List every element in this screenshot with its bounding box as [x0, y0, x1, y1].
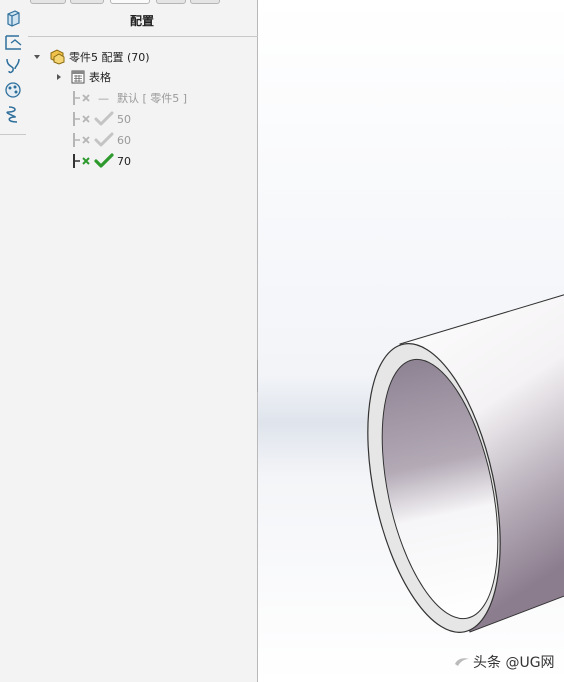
config-label: 默认 [ 零件5 ] [117, 92, 188, 105]
dimxpert-tab[interactable] [156, 0, 186, 4]
configurations-icon [50, 49, 65, 65]
curve-icon[interactable] [3, 56, 23, 76]
tube-model-view[interactable] [258, 0, 564, 682]
title-divider [28, 36, 258, 37]
configuration-manager-tab[interactable] [110, 0, 150, 4]
active-check-icon [94, 153, 114, 168]
tree-item-table[interactable]: 表格 [54, 68, 111, 86]
config-item-70-active[interactable]: 70 [72, 152, 131, 170]
tree-root[interactable]: 零件5 配置 (70) [32, 48, 150, 66]
config-item-default[interactable]: — 默认 [ 零件5 ] [72, 89, 187, 107]
table-label: 表格 [89, 71, 111, 84]
root-label: 零件5 配置 (70) [69, 51, 150, 64]
watermark-text: 头条 @UG网 [473, 655, 555, 671]
config-flag-icon [73, 91, 90, 105]
sketch-icon[interactable] [3, 32, 23, 52]
manager-tabs [26, 0, 258, 6]
display-manager-tab[interactable] [190, 0, 220, 4]
config-flag-icon [73, 133, 90, 147]
watermark: 头条 @UG网 [454, 652, 555, 672]
config-item-60[interactable]: 60 [72, 131, 131, 149]
feature-manager-tab[interactable] [30, 0, 66, 4]
spring-icon[interactable] [3, 104, 23, 124]
configuration-manager-panel: 配置 零件5 配置 (70) 表格 — 默认 [ 零件5 ] 50 60 70 [0, 0, 258, 682]
side-toolbar [0, 0, 26, 135]
appearance-icon[interactable] [3, 80, 23, 100]
config-dash: — [98, 91, 109, 105]
config-label: 60 [117, 133, 131, 147]
table-folder-icon [71, 70, 85, 84]
config-flag-icon [73, 154, 90, 168]
config-label: 70 [117, 154, 131, 168]
config-item-50[interactable]: 50 [72, 110, 131, 128]
inactive-check-icon [94, 132, 114, 147]
collapse-caret-icon[interactable] [32, 52, 42, 62]
watermark-logo-icon [455, 658, 469, 666]
panel-title: 配置 [129, 14, 154, 28]
expand-caret-icon[interactable] [54, 72, 64, 82]
graphics-viewport[interactable]: 头条 @UG网 [258, 0, 564, 682]
config-label: 50 [117, 112, 131, 126]
property-manager-tab[interactable] [70, 0, 104, 4]
part-icon[interactable] [3, 8, 23, 28]
config-flag-icon [73, 112, 90, 126]
inactive-check-icon [94, 111, 114, 126]
